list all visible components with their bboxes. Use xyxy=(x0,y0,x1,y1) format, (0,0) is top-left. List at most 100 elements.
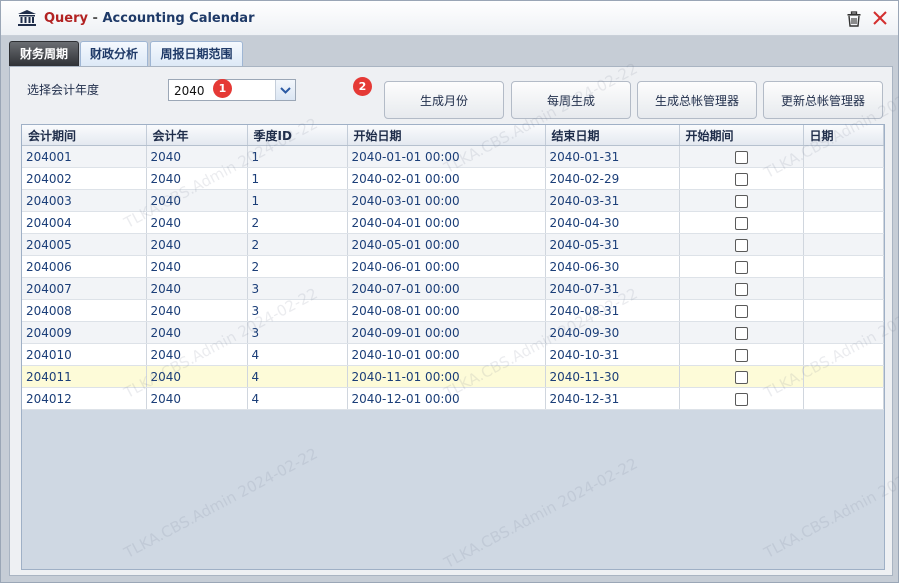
table-cell-end: 2040-06-30 xyxy=(545,255,680,278)
table-cell-date xyxy=(803,387,884,410)
table-cell-start: 2040-05-01 00:00 xyxy=(347,233,546,256)
table-cell-year: 2040 xyxy=(146,211,248,234)
table-cell-date xyxy=(803,211,884,234)
dropdown-button[interactable] xyxy=(275,80,295,100)
table-cell-year: 2040 xyxy=(146,365,248,388)
start-period-cell xyxy=(679,255,804,278)
start-period-cell xyxy=(679,321,804,344)
start-period-checkbox[interactable] xyxy=(734,150,748,164)
title-prefix: Query xyxy=(44,11,89,26)
table-cell-start: 2040-07-01 00:00 xyxy=(347,277,546,300)
table-cell-start: 2040-11-01 00:00 xyxy=(347,365,546,388)
table-row[interactable]: 204002 2040 1 2040-02-01 00:00 2040-02-29 xyxy=(22,167,884,190)
table-cell-start: 2040-04-01 00:00 xyxy=(347,211,546,234)
table-cell-quarter: 4 xyxy=(247,387,348,410)
fiscal-year-value: 2040 xyxy=(174,84,205,98)
column-header[interactable]: 季度ID xyxy=(247,125,348,146)
accounting-calendar-window: Query - Accounting Calendar 财务周期 财政分析 周报… xyxy=(0,0,899,583)
fiscal-year-label: 选择会计年度 xyxy=(27,83,100,97)
table-cell-end: 2040-07-31 xyxy=(545,277,680,300)
table-cell-date xyxy=(803,365,884,388)
table-cell-date xyxy=(803,167,884,190)
table-cell-start: 2040-06-01 00:00 xyxy=(347,255,546,278)
column-header[interactable]: 会计年 xyxy=(146,125,248,146)
table-row[interactable]: 204007 2040 3 2040-07-01 00:00 2040-07-31 xyxy=(22,277,884,300)
table-cell-year: 2040 xyxy=(146,189,248,212)
start-period-checkbox[interactable] xyxy=(734,326,748,340)
fiscal-year-select[interactable]: 2040 xyxy=(168,79,296,101)
start-period-cell xyxy=(679,299,804,322)
start-period-cell xyxy=(679,277,804,300)
column-header[interactable]: 会计期间 xyxy=(22,125,147,146)
table-cell-start: 2040-12-01 00:00 xyxy=(347,387,546,410)
start-period-checkbox[interactable] xyxy=(734,216,748,230)
generate-month-button[interactable]: 生成月份 xyxy=(384,81,504,119)
table-cell-end: 2040-10-31 xyxy=(545,343,680,366)
start-period-checkbox[interactable] xyxy=(734,238,748,252)
trash-icon[interactable] xyxy=(846,11,862,27)
table-cell-year: 2040 xyxy=(146,255,248,278)
table-cell-quarter: 3 xyxy=(247,321,348,344)
update-gl-manager-button[interactable]: 更新总帐管理器 xyxy=(763,81,883,119)
tab-weekly-date-range[interactable]: 周报日期范围 xyxy=(150,41,243,67)
generate-gl-manager-button[interactable]: 生成总帐管理器 xyxy=(637,81,757,119)
table-cell-period: 204006 xyxy=(22,255,147,278)
tab-fiscal-period[interactable]: 财务周期 xyxy=(9,41,79,67)
table-row[interactable]: 204008 2040 3 2040-08-01 00:00 2040-08-31 xyxy=(22,299,884,322)
start-period-checkbox[interactable] xyxy=(734,282,748,296)
table-row[interactable]: 204004 2040 2 2040-04-01 00:00 2040-04-30 xyxy=(22,211,884,234)
start-period-checkbox[interactable] xyxy=(734,370,748,384)
table-cell-start: 2040-10-01 00:00 xyxy=(347,343,546,366)
table-row[interactable]: 204001 2040 1 2040-01-01 00:00 2040-01-31 xyxy=(22,145,884,168)
table-cell-period: 204004 xyxy=(22,211,147,234)
tab-fiscal-analysis[interactable]: 财政分析 xyxy=(80,41,148,67)
start-period-checkbox[interactable] xyxy=(734,260,748,274)
start-period-checkbox[interactable] xyxy=(734,172,748,186)
table-cell-end: 2040-09-30 xyxy=(545,321,680,344)
table-cell-date xyxy=(803,145,884,168)
content-panel: 选择会计年度 2040 1 2 生成月份 每周生成 生成总帐管理器 更新总帐管理… xyxy=(9,66,893,576)
start-period-cell xyxy=(679,211,804,234)
table-row[interactable]: 204005 2040 2 2040-05-01 00:00 2040-05-31 xyxy=(22,233,884,256)
table-cell-end: 2040-03-31 xyxy=(545,189,680,212)
table-row[interactable]: 204012 2040 4 2040-12-01 00:00 2040-12-31 xyxy=(22,387,884,410)
column-header[interactable]: 日期 xyxy=(803,125,884,146)
table-row[interactable]: 204011 2040 4 2040-11-01 00:00 2040-11-30 xyxy=(22,365,884,388)
column-header[interactable]: 开始期间 xyxy=(679,125,804,146)
close-icon[interactable] xyxy=(872,10,888,26)
table-cell-date xyxy=(803,233,884,256)
table-cell-year: 2040 xyxy=(146,167,248,190)
table-row[interactable]: 204003 2040 1 2040-03-01 00:00 2040-03-31 xyxy=(22,189,884,212)
start-period-checkbox[interactable] xyxy=(734,194,748,208)
table-cell-quarter: 3 xyxy=(247,277,348,300)
start-period-checkbox[interactable] xyxy=(734,392,748,406)
table-row[interactable]: 204006 2040 2 2040-06-01 00:00 2040-06-30 xyxy=(22,255,884,278)
title-separator: - xyxy=(92,11,98,26)
column-header[interactable]: 结束日期 xyxy=(545,125,680,146)
table-row[interactable]: 204010 2040 4 2040-10-01 00:00 2040-10-31 xyxy=(22,343,884,366)
title-bar: Query - Accounting Calendar xyxy=(1,1,898,36)
table-cell-quarter: 4 xyxy=(247,365,348,388)
step-badge-2: 2 xyxy=(353,77,372,96)
table-cell-end: 2040-11-30 xyxy=(545,365,680,388)
table-cell-period: 204002 xyxy=(22,167,147,190)
start-period-checkbox[interactable] xyxy=(734,304,748,318)
table-cell-end: 2040-02-29 xyxy=(545,167,680,190)
window-title: Query - Accounting Calendar xyxy=(44,11,255,26)
table-cell-year: 2040 xyxy=(146,277,248,300)
bank-icon xyxy=(18,10,36,26)
weekly-generate-button[interactable]: 每周生成 xyxy=(511,81,631,119)
table-cell-end: 2040-08-31 xyxy=(545,299,680,322)
table-cell-period: 204007 xyxy=(22,277,147,300)
table-cell-period: 204010 xyxy=(22,343,147,366)
table-cell-period: 204009 xyxy=(22,321,147,344)
table-row[interactable]: 204009 2040 3 2040-09-01 00:00 2040-09-30 xyxy=(22,321,884,344)
table-cell-quarter: 2 xyxy=(247,255,348,278)
start-period-cell xyxy=(679,343,804,366)
start-period-checkbox[interactable] xyxy=(734,348,748,362)
table-cell-end: 2040-12-31 xyxy=(545,387,680,410)
start-period-cell xyxy=(679,167,804,190)
table-cell-quarter: 2 xyxy=(247,233,348,256)
table-cell-date xyxy=(803,277,884,300)
column-header[interactable]: 开始日期 xyxy=(347,125,546,146)
